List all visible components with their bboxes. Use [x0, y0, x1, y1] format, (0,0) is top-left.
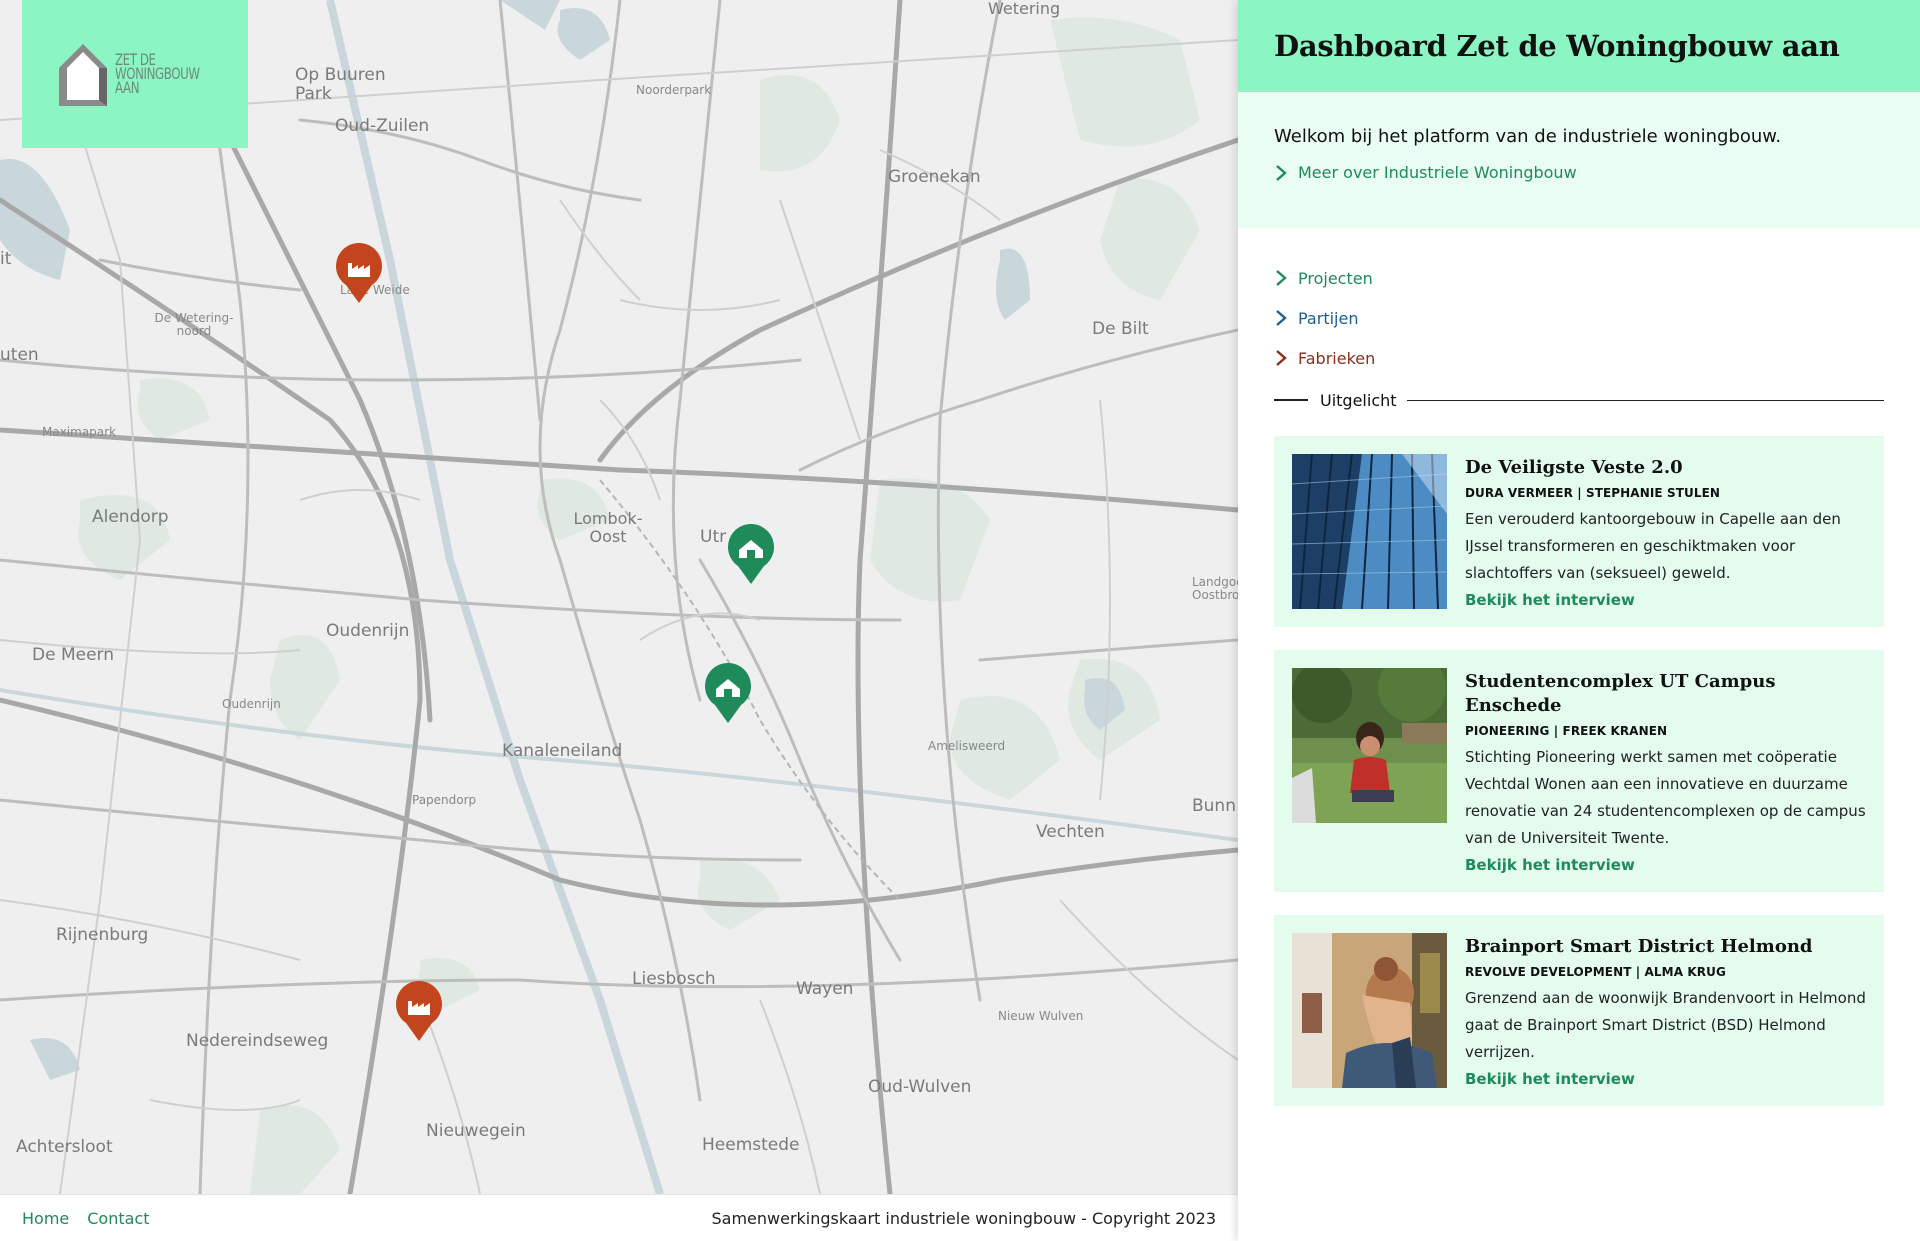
card-interview-link[interactable]: Bekijk het interview [1465, 591, 1635, 609]
place-label: Kanaleneiland [502, 741, 623, 761]
dashboard-panel: Dashboard Zet de Woningbouw aan Welkom b… [1238, 0, 1920, 1241]
card-image [1292, 933, 1447, 1088]
place-label: De Wetering-noord [154, 311, 234, 339]
place-label: Lombok-Oost [573, 509, 643, 546]
place-label: Groenekan [888, 167, 981, 187]
place-label: Wayen [796, 979, 854, 999]
house-logo-icon [59, 44, 107, 106]
place-label: Achtersloot [16, 1137, 113, 1157]
card-title: De Veiligste Veste 2.0 [1465, 457, 1683, 478]
panel-header: Dashboard Zet de Woningbouw aan [1238, 0, 1920, 92]
map[interactable]: Wetering Op Buuren Park Oud-Zuilen Noord… [0, 0, 1238, 1194]
place-label: Rijnenburg [56, 925, 149, 945]
chevron-right-icon [1276, 270, 1287, 286]
place-label: Landgoed Oostbroek [1192, 575, 1238, 603]
place-label: uten [0, 345, 39, 365]
footer-copyright: Samenwerkingskaart industriele woningbou… [711, 1208, 1216, 1228]
place-label: Alendorp [92, 507, 169, 527]
featured-card[interactable]: De Veiligste Veste 2.0 DURA VERMEER | ST… [1274, 436, 1884, 627]
featured-card[interactable]: Brainport Smart District Helmond REVOLVE… [1274, 915, 1884, 1106]
nav-item-partijen[interactable]: Partijen [1274, 298, 1884, 338]
footer-contact-link[interactable]: Contact [87, 1209, 149, 1228]
logo-text: ZET DE WONINGBOUW AAN [115, 50, 200, 97]
more-info-link[interactable]: Meer over Industriele Woningbouw [1274, 163, 1884, 182]
divider [1274, 399, 1308, 401]
card-title: Brainport Smart District Helmond [1465, 936, 1813, 957]
place-label: Op Buuren Park [295, 65, 386, 104]
place-label: Oud-Zuilen [335, 116, 430, 136]
place-label: De Meern [32, 645, 115, 665]
house-icon [728, 524, 774, 584]
card-image [1292, 668, 1447, 823]
nav-item-label: Projecten [1298, 268, 1373, 288]
place-label: Oudenrijn [326, 621, 410, 641]
panel-title: Dashboard Zet de Woningbouw aan [1274, 29, 1840, 63]
more-info-label: Meer over Industriele Woningbouw [1298, 163, 1577, 182]
card-interview-link[interactable]: Bekijk het interview [1465, 856, 1635, 874]
project-marker[interactable] [703, 663, 753, 725]
place-label: Nieuwegein [426, 1121, 526, 1141]
project-marker[interactable] [726, 524, 776, 586]
place-label: Liesbosch [632, 969, 716, 989]
place-label: De Bilt [1092, 319, 1149, 339]
chevron-right-icon [1276, 164, 1287, 181]
site-logo[interactable]: ZET DE WONINGBOUW AAN [22, 0, 248, 148]
chevron-right-icon [1276, 310, 1287, 326]
nav-item-label: Partijen [1298, 308, 1359, 328]
welcome-text: Welkom bij het platform van de industrie… [1274, 126, 1782, 147]
factory-marker[interactable] [394, 981, 444, 1043]
card-description: Grenzend aan de woonwijk Brandenvoort in… [1465, 989, 1866, 1061]
place-label: Amelisweerd [928, 739, 1006, 753]
card-title: Studentencomplex UT Campus Enschede [1465, 671, 1776, 716]
featured-cards: De Veiligste Veste 2.0 DURA VERMEER | ST… [1238, 412, 1920, 1106]
place-label: Bunn [1192, 796, 1236, 816]
nav-item-fabrieken[interactable]: Fabrieken [1274, 338, 1884, 378]
place-label: Oudenrijn [222, 697, 281, 711]
place-label: Nedereindseweg [186, 1031, 329, 1051]
place-label: Utr [700, 527, 727, 547]
chevron-right-icon [1276, 350, 1287, 366]
card-authors: PIONEERING | FREEK KRANEN [1465, 724, 1668, 738]
place-label: Oud-Wulven [868, 1077, 972, 1097]
panel-nav: Projecten Partijen Fabrieken [1238, 228, 1920, 378]
card-authors: REVOLVE DEVELOPMENT | ALMA KRUG [1465, 965, 1726, 979]
card-interview-link[interactable]: Bekijk het interview [1465, 1070, 1635, 1088]
featured-heading-label: Uitgelicht [1320, 390, 1397, 410]
nav-item-label: Fabrieken [1298, 348, 1376, 368]
place-label: Papendorp [412, 793, 477, 807]
featured-heading: Uitgelicht [1274, 388, 1884, 412]
footer: Home Contact Samenwerkingskaart industri… [0, 1194, 1238, 1241]
house-icon [705, 663, 751, 723]
nav-item-projecten[interactable]: Projecten [1274, 258, 1884, 298]
card-description: Stichting Pioneering werkt samen met coö… [1465, 748, 1866, 847]
footer-home-link[interactable]: Home [22, 1209, 69, 1228]
factory-icon [396, 981, 442, 1041]
factory-marker[interactable] [334, 243, 384, 305]
place-label: Noorderpark [636, 83, 712, 97]
place-label: Nieuw Wulven [998, 1009, 1084, 1023]
welcome-section: Welkom bij het platform van de industrie… [1238, 92, 1920, 228]
place-label: it [0, 249, 12, 269]
place-label: Maximapark [42, 425, 117, 439]
card-authors: DURA VERMEER | STEPHANIE STULEN [1465, 486, 1721, 500]
card-description: Een verouderd kantoorgebouw in Capelle a… [1465, 510, 1841, 582]
place-label: Wetering [988, 0, 1061, 18]
factory-icon [336, 243, 382, 303]
card-image [1292, 454, 1447, 609]
place-label: Heemstede [702, 1135, 800, 1155]
place-label: Vechten [1036, 822, 1105, 842]
divider [1406, 399, 1884, 401]
featured-card[interactable]: Studentencomplex UT Campus Enschede PION… [1274, 650, 1884, 892]
